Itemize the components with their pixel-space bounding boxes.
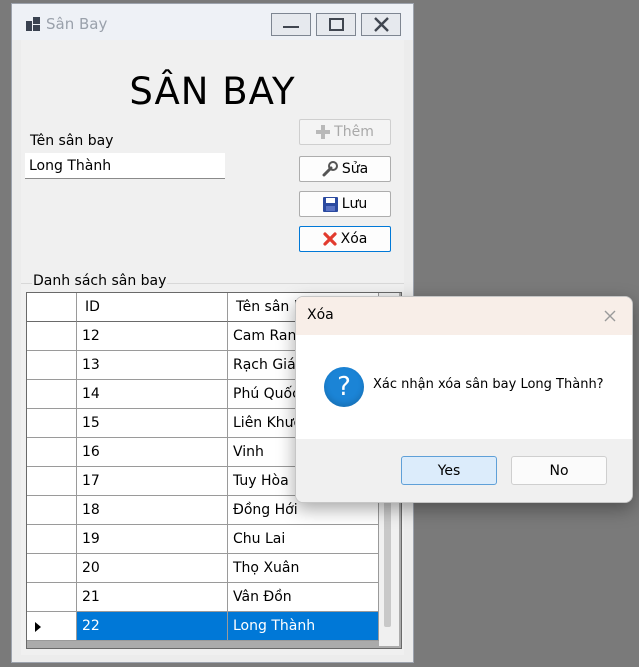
close-icon [374, 17, 389, 32]
question-icon: ? [324, 367, 364, 407]
row-header[interactable] [27, 351, 77, 380]
row-header[interactable] [27, 322, 77, 351]
red-x-icon [323, 232, 337, 246]
cell-airport-name[interactable]: Thọ Xuân [228, 554, 379, 583]
no-button[interactable]: No [511, 456, 607, 485]
column-header-id[interactable]: ID [77, 293, 228, 322]
cell-id[interactable]: 17 [77, 467, 228, 496]
page-title: SÂN BAY [129, 70, 296, 113]
maximize-button[interactable] [316, 13, 356, 36]
floppy-disk-icon [322, 196, 338, 212]
edit-button-label: Sửa [341, 161, 369, 177]
cell-id[interactable]: 22 [77, 612, 228, 641]
airport-list-label: Danh sách sân bay [32, 273, 168, 289]
close-button[interactable] [361, 13, 401, 36]
dialog-message: Xác nhận xóa sân bay Long Thành? [373, 377, 604, 392]
edit-button[interactable]: Sửa [299, 156, 391, 182]
app-icon [26, 17, 40, 31]
save-button[interactable]: Lưu [299, 191, 391, 217]
add-button-label: Thêm [334, 124, 374, 140]
row-header[interactable] [27, 380, 77, 409]
row-header[interactable] [27, 583, 77, 612]
save-button-label: Lưu [341, 196, 368, 212]
cell-id[interactable]: 13 [77, 351, 228, 380]
current-row-arrow-icon [35, 622, 41, 632]
title-bar[interactable]: Sân Bay [12, 4, 413, 40]
row-header[interactable] [27, 496, 77, 525]
cell-id[interactable]: 16 [77, 438, 228, 467]
window-title: Sân Bay [46, 15, 108, 33]
cell-airport-name[interactable]: Chu Lai [228, 525, 379, 554]
airport-name-input[interactable] [25, 153, 225, 179]
row-header[interactable] [27, 612, 77, 641]
row-header[interactable] [27, 438, 77, 467]
cell-id[interactable]: 21 [77, 583, 228, 612]
cell-airport-name[interactable]: Long Thành [228, 612, 379, 641]
dialog-close-button[interactable] [602, 308, 618, 324]
delete-button-label: Xóa [340, 231, 368, 247]
dialog-body: ? Xác nhận xóa sân bay Long Thành? [296, 335, 632, 439]
airport-name-label: Tên sân bay [30, 133, 114, 149]
minimize-button[interactable] [271, 13, 311, 36]
maximize-icon [329, 18, 344, 31]
row-header[interactable] [27, 554, 77, 583]
cell-id[interactable]: 19 [77, 525, 228, 554]
cell-id[interactable]: 15 [77, 409, 228, 438]
dialog-footer: Yes No [296, 439, 632, 502]
delete-button[interactable]: Xóa [299, 226, 391, 252]
row-header[interactable] [27, 525, 77, 554]
wrench-icon [322, 161, 338, 177]
cell-airport-name[interactable]: Vân Đồn [228, 583, 379, 612]
row-header-corner [27, 293, 77, 322]
minimize-icon [283, 26, 299, 28]
row-header[interactable] [27, 409, 77, 438]
row-header[interactable] [27, 467, 77, 496]
plus-icon [316, 125, 331, 139]
cell-id[interactable]: 18 [77, 496, 228, 525]
cell-id[interactable]: 14 [77, 380, 228, 409]
close-icon [604, 310, 616, 322]
confirm-delete-dialog: Xóa ? Xác nhận xóa sân bay Long Thành? Y… [295, 296, 633, 503]
dialog-title-bar[interactable]: Xóa [296, 297, 632, 335]
cell-id[interactable]: 20 [77, 554, 228, 583]
yes-button[interactable]: Yes [401, 456, 497, 485]
dialog-title: Xóa [307, 307, 334, 323]
add-button[interactable]: Thêm [299, 119, 391, 145]
cell-id[interactable]: 12 [77, 322, 228, 351]
